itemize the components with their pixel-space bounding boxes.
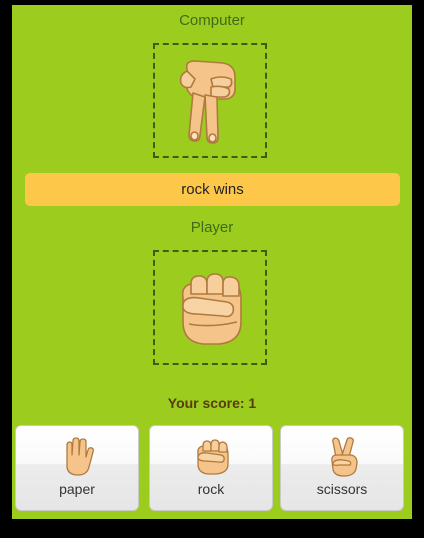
rock-fist-icon: [181, 273, 242, 345]
scissors-hand-icon: [179, 60, 236, 144]
computer-label: Computer: [179, 12, 245, 29]
computer-hand-box: [153, 43, 267, 158]
game-panel: Computer rock wins Player Your score: 1 …: [12, 5, 412, 519]
rock-fist-icon: [197, 439, 229, 475]
paper-button-label: paper: [59, 481, 95, 497]
player-hand-box: [153, 250, 267, 365]
scissors-button-label: scissors: [316, 481, 368, 497]
scissors-button[interactable]: scissors: [280, 425, 404, 511]
player-label: Player: [190, 219, 234, 236]
scissors-hand-icon: [331, 437, 358, 477]
rock-button-label: rock: [197, 481, 225, 497]
paper-hand-icon: [66, 437, 94, 476]
score-text: Your score: 1: [167, 395, 257, 411]
result-banner: rock wins: [25, 173, 400, 206]
rock-button[interactable]: rock: [149, 425, 273, 511]
paper-button[interactable]: paper: [15, 425, 139, 511]
